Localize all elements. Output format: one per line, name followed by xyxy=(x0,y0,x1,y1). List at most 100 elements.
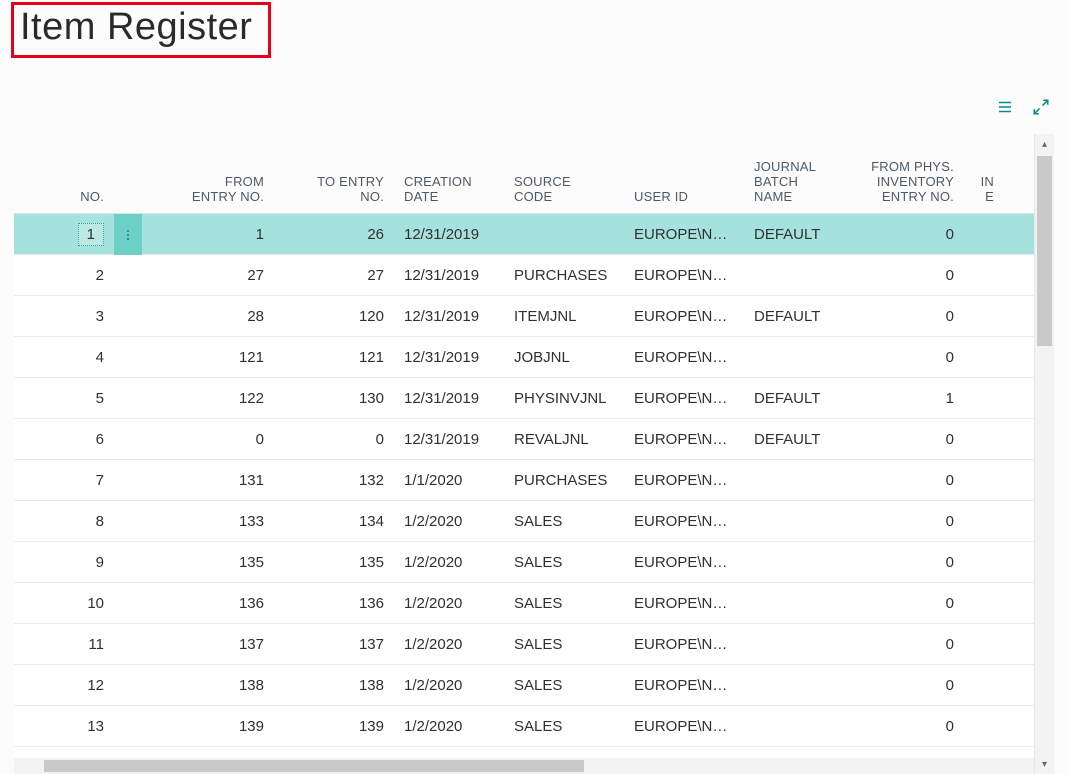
cell-from_phys: 0 xyxy=(859,718,964,735)
cell-from_entry: 27 xyxy=(144,267,274,284)
cell-to_entry: 135 xyxy=(274,554,394,571)
cell-no[interactable]: 10 xyxy=(14,595,114,612)
table-row[interactable]: 101361361/2/2020SALESEUROPE\NAV...0 xyxy=(14,583,1034,624)
row-actions-icon[interactable] xyxy=(114,542,142,583)
cell-to_entry: 130 xyxy=(274,390,394,407)
column-header-from_entry[interactable]: FROM ENTRY NO. xyxy=(144,175,274,205)
cell-no[interactable]: 12 xyxy=(14,677,114,694)
cell-no[interactable]: 3 xyxy=(14,308,114,325)
vertical-scrollbar[interactable]: ▴ ▾ xyxy=(1034,134,1054,774)
table-row[interactable]: 91351351/2/2020SALESEUROPE\NAV...0 xyxy=(14,542,1034,583)
cell-source_code: ITEMJNL xyxy=(504,308,624,325)
hscroll-thumb[interactable] xyxy=(44,760,584,772)
cell-from_entry: 122 xyxy=(144,390,274,407)
cell-to_entry: 0 xyxy=(274,431,394,448)
collapse-icon[interactable] xyxy=(1032,98,1050,116)
cell-from_phys: 0 xyxy=(859,595,964,612)
cell-creation_date: 12/31/2019 xyxy=(394,390,504,407)
column-header-to_entry[interactable]: TO ENTRY NO. xyxy=(274,175,394,205)
table-row[interactable]: 131391391/2/2020SALESEUROPE\NAV...0 xyxy=(14,706,1034,747)
column-header-user_id[interactable]: USER ID xyxy=(624,190,744,205)
cell-creation_date: 1/2/2020 xyxy=(394,677,504,694)
cell-no[interactable]: 13 xyxy=(14,718,114,735)
cell-creation_date: 1/2/2020 xyxy=(394,595,504,612)
cell-creation_date: 1/2/2020 xyxy=(394,554,504,571)
cell-from_phys: 0 xyxy=(859,472,964,489)
cell-source_code: SALES xyxy=(504,595,624,612)
column-header-journal_batch[interactable]: JOURNAL BATCH NAME xyxy=(744,160,859,205)
cell-source_code: JOBJNL xyxy=(504,349,624,366)
column-header-in_e[interactable]: IN E xyxy=(964,175,1004,205)
table-row[interactable]: 111371371/2/2020SALESEUROPE\NAV...0 xyxy=(14,624,1034,665)
row-actions-icon[interactable] xyxy=(114,378,142,419)
cell-no[interactable]: 4 xyxy=(14,349,114,366)
page-title-highlight: Item Register xyxy=(11,2,271,58)
cell-creation_date: 1/2/2020 xyxy=(394,513,504,530)
row-actions-icon[interactable] xyxy=(114,460,142,501)
cell-to_entry: 137 xyxy=(274,636,394,653)
cell-user_id: EUROPE\NAV... xyxy=(624,595,744,612)
row-actions-icon[interactable] xyxy=(114,706,142,747)
cell-from_entry: 28 xyxy=(144,308,274,325)
cell-user_id: EUROPE\NAV... xyxy=(624,677,744,694)
cell-source_code: SALES xyxy=(504,554,624,571)
horizontal-scrollbar[interactable] xyxy=(14,758,1034,774)
cell-no[interactable]: 6 xyxy=(14,431,114,448)
cell-user_id: EUROPE\NAV... xyxy=(624,636,744,653)
cell-journal_batch: DEFAULT xyxy=(744,431,859,448)
cell-journal_batch: DEFAULT xyxy=(744,308,859,325)
cell-no[interactable]: 2 xyxy=(14,267,114,284)
table-row[interactable]: 81331341/2/2020SALESEUROPE\NAV...0 xyxy=(14,501,1034,542)
table-row[interactable]: 121381381/2/2020SALESEUROPE\NAV...0 xyxy=(14,665,1034,706)
table-row[interactable]: 60012/31/2019REVALJNLEUROPE\NAV...DEFAUL… xyxy=(14,419,1034,460)
row-actions-icon[interactable] xyxy=(114,419,142,460)
cell-no[interactable]: 9 xyxy=(14,554,114,571)
table-row[interactable]: 412112112/31/2019JOBJNLEUROPE\NAV...0 xyxy=(14,337,1034,378)
table-row[interactable]: 71311321/1/2020PURCHASESEUROPE\NAV...0 xyxy=(14,460,1034,501)
cell-source_code: REVALJNL xyxy=(504,431,624,448)
cell-from_phys: 0 xyxy=(859,349,964,366)
cell-creation_date: 1/1/2020 xyxy=(394,472,504,489)
row-actions-icon[interactable] xyxy=(114,296,142,337)
column-header-creation_date[interactable]: CREATION DATE xyxy=(394,175,504,205)
scroll-down-icon[interactable]: ▾ xyxy=(1035,754,1054,774)
column-header-from_phys[interactable]: FROM PHYS. INVENTORY ENTRY NO. xyxy=(859,160,964,205)
table-row[interactable]: 32812012/31/2019ITEMJNLEUROPE\NAV...DEFA… xyxy=(14,296,1034,337)
table-row[interactable]: 2272712/31/2019PURCHASESEUROPE\NAV...0 xyxy=(14,255,1034,296)
cell-to_entry: 27 xyxy=(274,267,394,284)
cell-source_code: SALES xyxy=(504,636,624,653)
scroll-up-icon[interactable]: ▴ xyxy=(1035,134,1054,154)
cell-creation_date: 12/31/2019 xyxy=(394,267,504,284)
row-actions-icon[interactable] xyxy=(114,214,142,255)
cell-source_code: PHYSINVJNL xyxy=(504,390,624,407)
row-actions-icon[interactable] xyxy=(114,255,142,296)
cell-source_code: SALES xyxy=(504,677,624,694)
scroll-thumb[interactable] xyxy=(1037,156,1052,346)
row-actions-icon[interactable] xyxy=(114,665,142,706)
row-actions-icon[interactable] xyxy=(114,583,142,624)
cell-no[interactable]: 11 xyxy=(14,636,114,653)
column-header-no[interactable]: NO. xyxy=(14,190,114,205)
table-row[interactable]: 112612/31/2019EUROPE\NAV...DEFAULT0 xyxy=(14,214,1034,255)
page-title: Item Register xyxy=(20,6,252,48)
cell-no[interactable]: 8 xyxy=(14,513,114,530)
cell-creation_date: 12/31/2019 xyxy=(394,226,504,243)
cell-no[interactable]: 7 xyxy=(14,472,114,489)
cell-source_code: SALES xyxy=(504,513,624,530)
cell-from_phys: 0 xyxy=(859,267,964,284)
table-row[interactable]: 512213012/31/2019PHYSINVJNLEUROPE\NAV...… xyxy=(14,378,1034,419)
cell-from_entry: 137 xyxy=(144,636,274,653)
row-actions-icon[interactable] xyxy=(114,337,142,378)
row-actions-icon[interactable] xyxy=(114,624,142,665)
cell-from_phys: 0 xyxy=(859,513,964,530)
cell-source_code: PURCHASES xyxy=(504,267,624,284)
cell-user_id: EUROPE\NAV... xyxy=(624,349,744,366)
row-actions-icon[interactable] xyxy=(114,501,142,542)
cell-journal_batch: DEFAULT xyxy=(744,390,859,407)
cell-no[interactable]: 5 xyxy=(14,390,114,407)
cell-user_id: EUROPE\NAV... xyxy=(624,431,744,448)
column-header-source_code[interactable]: SOURCE CODE xyxy=(504,175,624,205)
cell-no[interactable]: 1 xyxy=(14,223,114,246)
grid-header: NO. FROM ENTRY NO.TO ENTRY NO.CREATION DA… xyxy=(14,134,1034,214)
list-view-icon[interactable] xyxy=(996,98,1014,116)
